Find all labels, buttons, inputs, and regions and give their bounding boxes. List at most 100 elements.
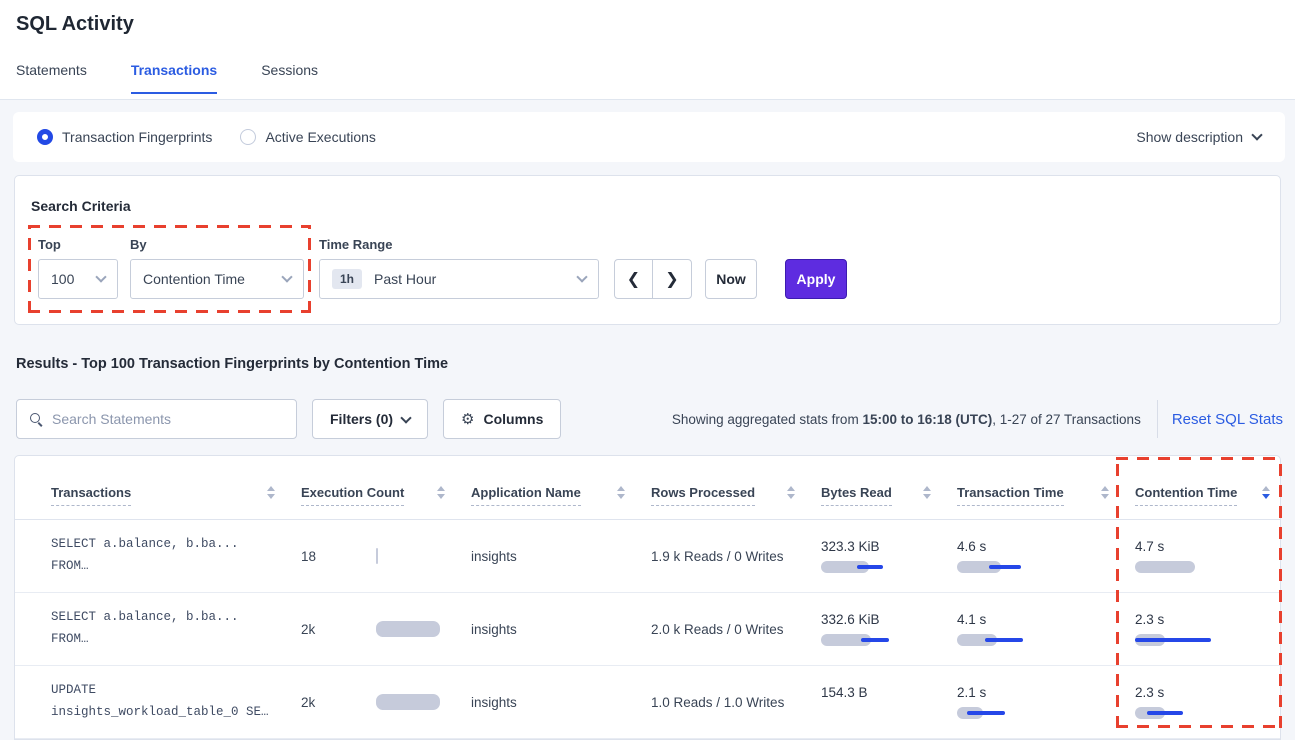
stats-time-range: 15:00 to 16:18 (UTC): [862, 412, 992, 427]
by-label: By: [130, 237, 147, 252]
reset-sql-stats-link[interactable]: Reset SQL Stats: [1172, 411, 1283, 428]
transaction-time-bar: [957, 561, 1077, 573]
radio-label: Active Executions: [265, 129, 376, 145]
transaction-time-bar: [957, 707, 1077, 719]
show-description-label: Show description: [1136, 129, 1243, 145]
contention-time-bar: [1135, 634, 1255, 646]
bytes-read-cell: 332.6 KiB: [821, 612, 957, 646]
radio-transaction-fingerprints[interactable]: Transaction Fingerprints: [37, 129, 212, 145]
contention-time-bar: [1135, 707, 1255, 719]
contention-time-cell: 2.3 s: [1135, 685, 1280, 719]
page-title: SQL Activity: [16, 13, 134, 36]
rows-processed-cell: 2.0 k Reads / 0 Writes: [651, 622, 821, 637]
top-select[interactable]: 100: [38, 259, 118, 299]
by-select[interactable]: Contention Time: [130, 259, 304, 299]
page-header: SQL Activity Statements Transactions Ses…: [0, 0, 1295, 100]
col-header-transactions[interactable]: Transactions: [51, 485, 301, 519]
now-button[interactable]: Now: [705, 259, 757, 299]
sort-icon[interactable]: [787, 486, 795, 499]
apply-button[interactable]: Apply: [785, 259, 847, 299]
chevron-down-icon: [400, 412, 411, 423]
execution-count-cell: 2k: [301, 694, 471, 710]
search-criteria-title: Search Criteria: [31, 198, 131, 214]
transaction-fingerprint-link[interactable]: SELECT a.balance, b.ba...FROM…: [51, 607, 301, 651]
bytes-read-bar: [821, 561, 941, 573]
col-header-rows-processed[interactable]: Rows Processed: [651, 485, 821, 519]
col-header-application-name[interactable]: Application Name: [471, 485, 651, 519]
sort-icon-active-desc[interactable]: [1262, 486, 1270, 499]
view-toggle-card: Transaction Fingerprints Active Executio…: [13, 112, 1285, 162]
execution-count-cell: 18: [301, 548, 471, 564]
application-name-cell: insights: [471, 549, 651, 564]
time-prev-button[interactable]: ❮: [615, 260, 653, 298]
sort-icon[interactable]: [267, 486, 275, 499]
radio-label: Transaction Fingerprints: [62, 129, 212, 145]
sort-icon[interactable]: [437, 486, 445, 499]
top-label: Top: [38, 237, 61, 252]
col-header-contention-time[interactable]: Contention Time: [1135, 485, 1280, 519]
sort-icon[interactable]: [617, 486, 625, 499]
filters-button[interactable]: Filters (0): [312, 399, 428, 439]
radio-unselected-icon: [240, 129, 256, 145]
rows-processed-cell: 1.9 k Reads / 0 Writes: [651, 549, 821, 564]
time-next-button[interactable]: ❯: [653, 260, 691, 298]
results-toolbar: Filters (0) ⚙ Columns Showing aggregated…: [16, 399, 1283, 439]
results-heading: Results - Top 100 Transaction Fingerprin…: [16, 356, 448, 372]
transaction-time-cell: 4.6 s: [957, 539, 1135, 573]
by-select-value: Contention Time: [143, 271, 245, 287]
bytes-read-cell: 323.3 KiB: [821, 539, 957, 573]
chevron-down-icon: [576, 271, 587, 282]
transaction-fingerprint-link[interactable]: SELECT a.balance, b.ba...FROM…: [51, 534, 301, 578]
bytes-read-bar: [821, 634, 941, 646]
contention-time-cell: 2.3 s: [1135, 612, 1280, 646]
toolbar-divider: [1157, 400, 1158, 438]
table-row[interactable]: UPDATEinsights_workload_table_0 SE… 2k i…: [15, 666, 1280, 739]
rows-processed-cell: 1.0 Reads / 1.0 Writes: [651, 695, 821, 710]
sort-icon[interactable]: [923, 486, 931, 499]
aggregated-stats-text: Showing aggregated stats from 15:00 to 1…: [672, 412, 1141, 427]
view-radio-group: Transaction Fingerprints Active Executio…: [37, 129, 376, 145]
top-select-value: 100: [51, 271, 74, 287]
search-icon: [29, 412, 43, 426]
execution-count-bar: [376, 548, 378, 564]
radio-active-executions[interactable]: Active Executions: [240, 129, 376, 145]
execution-count-cell: 2k: [301, 621, 471, 637]
time-range-value: Past Hour: [374, 271, 436, 287]
contention-time-cell: 4.7 s: [1135, 539, 1280, 573]
search-statements-input[interactable]: [52, 411, 284, 427]
tab-sessions[interactable]: Sessions: [261, 62, 318, 94]
application-name-cell: insights: [471, 695, 651, 710]
col-header-transaction-time[interactable]: Transaction Time: [957, 485, 1135, 519]
table-row[interactable]: SELECT a.balance, b.ba...FROM… 18 insigh…: [15, 520, 1280, 593]
transaction-time-cell: 2.1 s: [957, 685, 1135, 719]
tab-statements[interactable]: Statements: [16, 62, 87, 94]
time-range-label: Time Range: [319, 237, 392, 252]
tab-transactions[interactable]: Transactions: [131, 62, 217, 94]
search-statements-box[interactable]: [16, 399, 297, 439]
chevron-down-icon: [95, 271, 106, 282]
chevron-down-icon: [1251, 129, 1262, 140]
gear-icon: ⚙: [461, 412, 474, 427]
time-range-badge: 1h: [332, 269, 362, 289]
col-header-bytes-read[interactable]: Bytes Read: [821, 485, 957, 519]
table-header-row: Transactions Execution Count Application…: [15, 456, 1280, 520]
contention-time-bar: [1135, 561, 1255, 573]
tab-bar: Statements Transactions Sessions: [16, 62, 318, 94]
bytes-read-cell: 154.3 B: [821, 685, 957, 719]
chevron-down-icon: [281, 271, 292, 282]
time-nav-buttons: ❮ ❯: [614, 259, 692, 299]
col-header-execution-count[interactable]: Execution Count: [301, 485, 471, 519]
columns-button[interactable]: ⚙ Columns: [443, 399, 561, 439]
sort-icon[interactable]: [1101, 486, 1109, 499]
table-row[interactable]: SELECT a.balance, b.ba...FROM… 2k insigh…: [15, 593, 1280, 666]
application-name-cell: insights: [471, 622, 651, 637]
transaction-time-cell: 4.1 s: [957, 612, 1135, 646]
search-criteria-panel: Search Criteria Top 100 By Contention Ti…: [14, 175, 1281, 325]
columns-label: Columns: [483, 411, 543, 427]
time-range-select[interactable]: 1h Past Hour: [319, 259, 599, 299]
filters-label: Filters (0): [330, 411, 393, 427]
radio-selected-icon: [37, 129, 53, 145]
show-description-toggle[interactable]: Show description: [1136, 129, 1261, 145]
execution-count-bar: [376, 621, 440, 637]
transaction-fingerprint-link[interactable]: UPDATEinsights_workload_table_0 SE…: [51, 680, 301, 724]
